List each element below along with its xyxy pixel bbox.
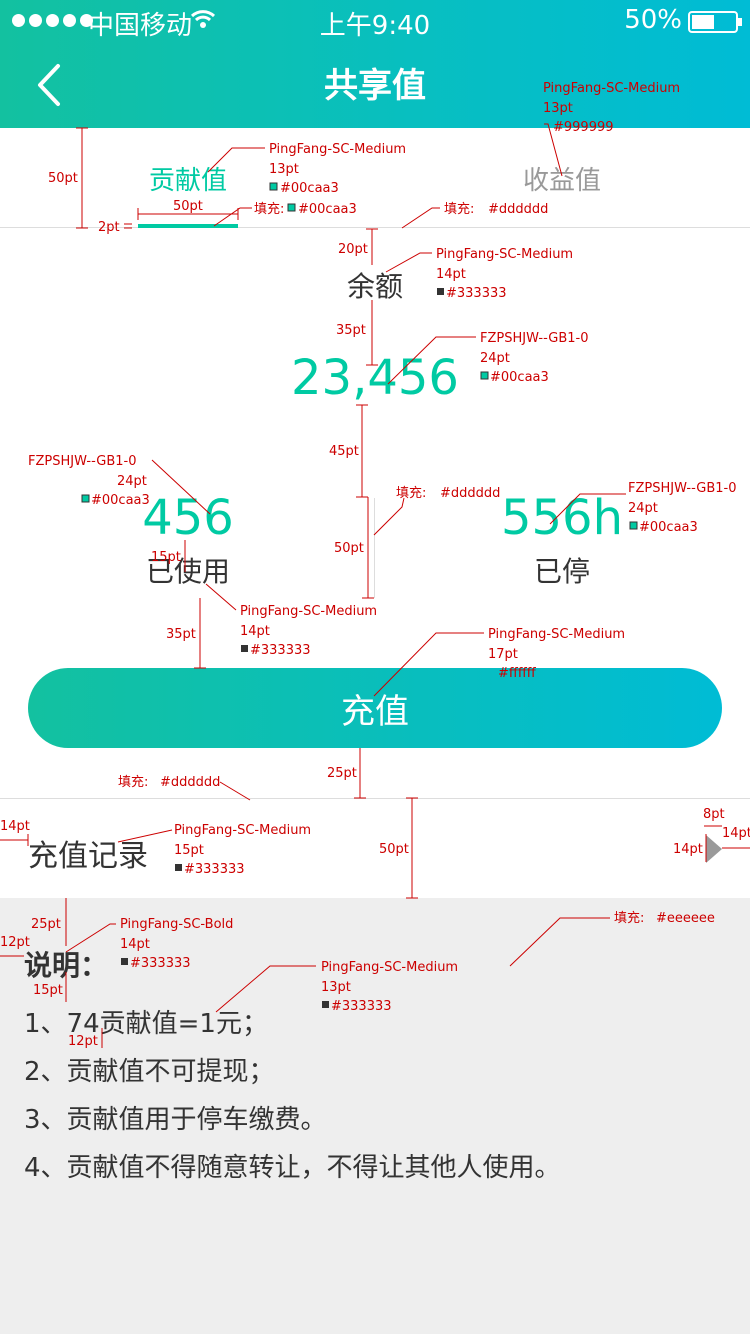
stat-divider xyxy=(374,498,375,598)
anno-dimension: 25pt xyxy=(327,766,357,781)
app-header: 中国移动 上午9:40 50% 共享值 xyxy=(0,0,750,128)
anno-font: PingFang-SC-Medium xyxy=(436,247,573,262)
battery-icon xyxy=(688,11,742,33)
notes-item: 1、74贡献值=1元； xyxy=(24,1009,268,1039)
anno-font: PingFang-SC-Medium xyxy=(240,604,377,619)
tab-bar: 贡献值 收益值 xyxy=(0,128,750,228)
tab-earnings[interactable]: 收益值 xyxy=(462,160,662,197)
stat-used-value: 456 xyxy=(142,490,234,546)
notes-section: 说明： 1、74贡献值=1元； 2、贡献值不可提现； 3、贡献值用于停车缴费。 … xyxy=(0,898,750,1334)
stat-parked: 556h 已停 xyxy=(422,490,702,590)
battery-percent: 50% xyxy=(624,5,682,35)
anno-size: 17pt xyxy=(488,647,518,662)
anno-font: PingFang-SC-Medium xyxy=(488,627,625,642)
notes-title: 说明： xyxy=(24,949,109,982)
notes-item: 3、贡献值用于停车缴费。 xyxy=(24,1105,327,1135)
notes-item: 2、贡献值不可提现； xyxy=(24,1057,275,1087)
topup-button[interactable]: 充值 xyxy=(28,668,722,748)
stat-used-label: 已使用 xyxy=(145,555,230,588)
tab-active-indicator xyxy=(138,224,238,228)
stat-parked-value: 556h xyxy=(500,490,624,546)
anno-font: FZPSHJW--GB1-0 xyxy=(480,331,589,346)
topup-record-row[interactable]: 充值记录 xyxy=(0,798,750,898)
notes-item: 4、贡献值不得随意转让，不得让其他人使用。 xyxy=(24,1153,561,1183)
stat-used: 456 已使用 xyxy=(48,490,328,590)
notes-list: 1、74贡献值=1元； 2、贡献值不可提现； 3、贡献值用于停车缴费。 4、贡献… xyxy=(24,1000,561,1192)
anno-dimension: 20pt xyxy=(338,242,368,257)
stat-parked-label: 已停 xyxy=(533,555,590,588)
topup-record-label: 充值记录 xyxy=(28,839,148,874)
page-title: 共享值 xyxy=(324,66,426,106)
anno-size: 24pt xyxy=(117,474,147,489)
tab-contribution[interactable]: 贡献值 xyxy=(88,160,288,197)
balance-value: 23,456 xyxy=(291,350,459,406)
chevron-right-icon xyxy=(706,835,722,863)
anno-size: 14pt xyxy=(240,624,270,639)
anno-dimension: 35pt xyxy=(336,323,366,338)
status-bar: 中国移动 上午9:40 50% xyxy=(0,0,750,41)
anno-dimension: 45pt xyxy=(329,444,359,459)
anno-color: #333333 xyxy=(250,643,311,658)
anno-color: #dddddd xyxy=(160,775,220,790)
anno-font: FZPSHJW--GB1-0 xyxy=(28,454,137,469)
balance-label: 余额 xyxy=(346,270,403,303)
anno-dimension: 50pt xyxy=(334,541,364,556)
anno-dimension: 35pt xyxy=(166,627,196,642)
anno-fill: 填充: xyxy=(118,774,148,790)
